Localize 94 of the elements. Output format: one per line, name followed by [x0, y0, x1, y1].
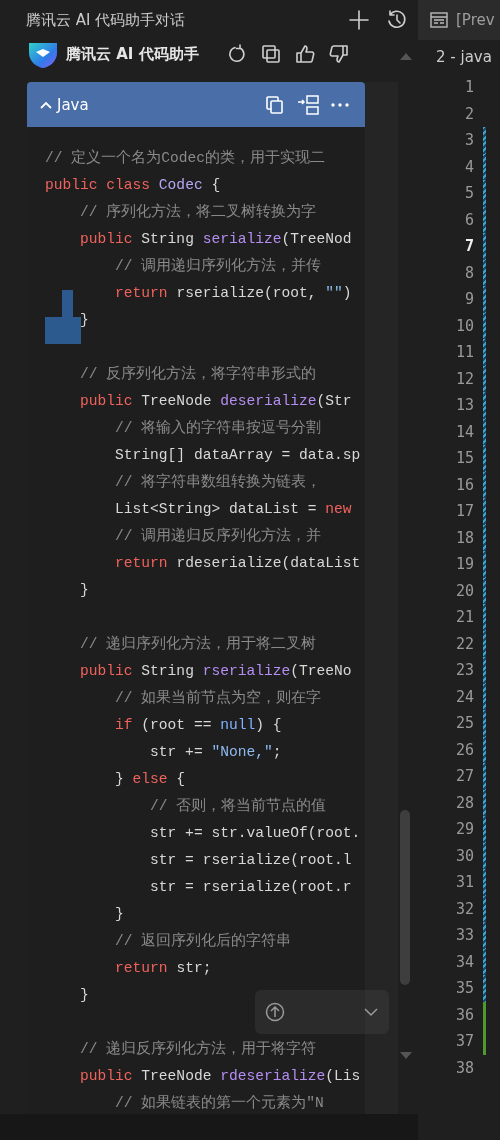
code-line: } else { — [114, 770, 186, 789]
code-line: } — [79, 986, 89, 1005]
code-line: String[] dataArray = data.sp — [114, 446, 361, 465]
code-line: public TreeNode deserialize(Str — [79, 392, 352, 411]
line-number: 37 — [454, 1032, 475, 1051]
line-number: 11 — [454, 343, 475, 362]
code-line: // 将字符串数组转换为链表， — [114, 472, 322, 492]
insert-icon — [297, 94, 319, 115]
line-number: 17 — [454, 502, 475, 521]
history-icon — [386, 9, 408, 31]
line-number: 7 — [463, 237, 475, 256]
line-number: 34 — [454, 952, 475, 971]
line-number: 15 — [454, 449, 475, 468]
line-number: 18 — [454, 528, 475, 547]
code-line: // 调用递归反序列化方法，并 — [114, 526, 322, 546]
code-line: str += "None,"; — [149, 743, 282, 762]
line-number: 14 — [454, 422, 475, 441]
breadcrumb: 2 - java — [436, 48, 492, 66]
plus-icon — [348, 9, 370, 31]
line-number: 21 — [454, 608, 475, 627]
code-line: public String serialize(TreeNod — [79, 230, 352, 249]
copy-code-button[interactable] — [265, 94, 285, 115]
line-number: 1 — [463, 78, 475, 97]
line-number: 36 — [454, 1005, 475, 1024]
thumbs-up-icon — [294, 44, 315, 64]
line-number: 33 — [454, 926, 475, 945]
arrow-up-circle-icon — [265, 1002, 285, 1022]
code-line: public TreeNode rdeserialize(Lis — [79, 1067, 361, 1086]
line-number: 38 — [454, 1058, 475, 1077]
line-number: 10 — [454, 316, 475, 335]
copy-icon — [265, 94, 285, 115]
refresh-icon — [226, 44, 247, 64]
line-number: 3 — [463, 131, 475, 150]
line-number: 24 — [454, 687, 475, 706]
line-number: 2 — [463, 104, 475, 123]
line-number: 35 — [454, 979, 475, 998]
line-number: 29 — [454, 820, 475, 839]
code-line: str = rserialize(root.l — [149, 851, 352, 870]
code-line: // 反序列化方法，将字符串形式的 — [79, 364, 317, 384]
code-line: // 调用递归序列化方法，并传 — [114, 256, 322, 276]
line-number: 13 — [454, 396, 475, 415]
code-line: // 否则，将当前节点的值 — [149, 796, 327, 816]
code-line: // 定义一个名为Codec的类，用于实现二 — [45, 148, 326, 168]
code-line: } — [114, 905, 124, 924]
code-line: // 如果链表的第一个元素为"N — [114, 1093, 324, 1113]
code-line: // 返回序列化后的字符串 — [114, 931, 292, 951]
code-line: str = rserialize(root.r — [149, 878, 352, 897]
chevron-down-icon[interactable] — [363, 1007, 379, 1017]
assistant-name: 腾讯云 AI 代码助手 — [66, 44, 199, 64]
line-number: 25 — [454, 714, 475, 733]
copy-icon — [260, 44, 281, 64]
code-line: // 递归反序列化方法，用于将字符 — [79, 1039, 317, 1059]
line-number: 28 — [454, 793, 475, 812]
line-number: 32 — [454, 899, 475, 918]
line-number: 22 — [454, 634, 475, 653]
more-button[interactable] — [331, 102, 349, 107]
code-line: } — [79, 581, 89, 600]
line-number: 19 — [454, 555, 475, 574]
thumbs-down-icon — [328, 44, 349, 64]
line-number: 8 — [463, 263, 475, 282]
code-line: } — [79, 311, 89, 330]
line-number: 27 — [454, 767, 475, 786]
new-chat-button[interactable] — [346, 7, 372, 33]
line-number: 12 — [454, 369, 475, 388]
line-number: 31 — [454, 873, 475, 892]
line-number: 30 — [454, 846, 475, 865]
code-line: return rserialize(root, "") — [114, 284, 352, 303]
code-line: return str; — [114, 959, 212, 978]
caret-icon — [39, 99, 53, 110]
line-number: 23 — [454, 661, 475, 680]
code-line: List<String> dataList = new — [114, 500, 352, 519]
line-number: 9 — [463, 290, 475, 309]
preview-icon — [430, 12, 448, 28]
insert-code-button[interactable] — [297, 94, 319, 115]
line-number: 4 — [463, 157, 475, 176]
code-line: str += str.valueOf(root. — [149, 824, 361, 843]
line-number: 26 — [454, 740, 475, 759]
code-line: // 将输入的字符串按逗号分割 — [114, 418, 322, 438]
scrollbar-thumb[interactable] — [400, 810, 410, 985]
line-number: 20 — [454, 581, 475, 600]
code-line: // 递归序列化方法，用于将二叉树 — [79, 634, 317, 654]
code-line: return rdeserialize(dataList — [114, 554, 361, 573]
line-number: 6 — [463, 210, 475, 229]
cursor-marker — [45, 290, 81, 344]
code-line: public String rserialize(TreeNo — [79, 662, 352, 681]
panel-title: 腾讯云 AI 代码助手对话 — [26, 10, 187, 30]
line-number: 16 — [454, 475, 475, 494]
code-line: if (root == null) { — [114, 716, 282, 735]
line-number: 5 — [463, 184, 475, 203]
code-line: // 序列化方法，将二叉树转换为字 — [79, 202, 317, 222]
more-icon — [331, 102, 349, 107]
code-line: public class Codec { — [45, 176, 221, 195]
code-line: // 如果当前节点为空，则在字 — [114, 688, 322, 708]
scroll-popup[interactable] — [255, 990, 389, 1034]
